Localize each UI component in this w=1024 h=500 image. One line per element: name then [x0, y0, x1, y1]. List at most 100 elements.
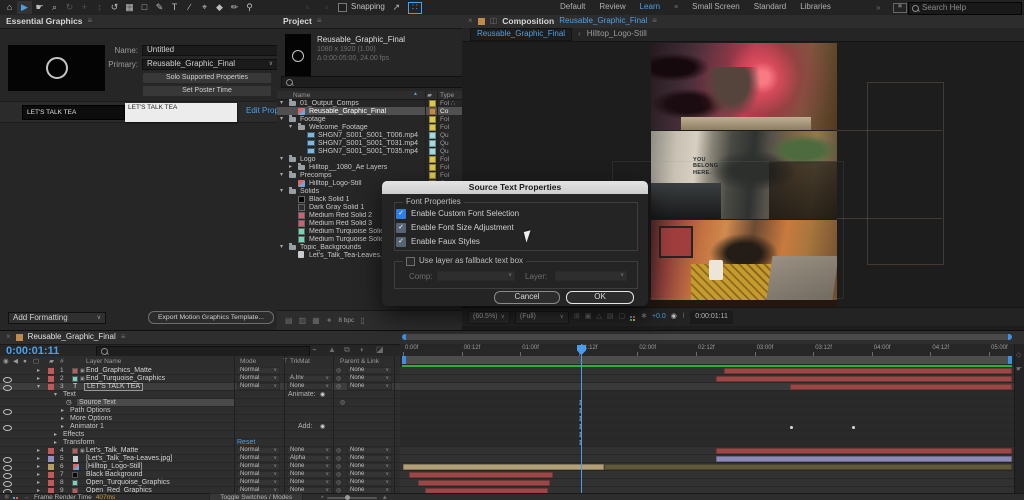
twirl-icon[interactable]: ▸ — [37, 367, 40, 375]
close-icon[interactable]: × — [6, 332, 11, 342]
label-color-chip[interactable] — [429, 124, 436, 131]
layer-duration-bar[interactable] — [403, 464, 604, 470]
lane-end-graphics-matte[interactable] — [400, 367, 1014, 375]
twirl-icon[interactable]: ▾ — [280, 116, 283, 123]
puppet-pin-tool[interactable]: ⚲ — [242, 1, 257, 14]
label-color-chip[interactable] — [429, 164, 436, 171]
mode-dropdown[interactable]: Normal ∨ — [237, 375, 280, 382]
color-depth-icon[interactable]: ✦ — [326, 316, 333, 326]
layer-duration-bar[interactable] — [604, 464, 1012, 470]
panel-menu-icon[interactable]: ≡ — [121, 332, 126, 342]
twirl-icon[interactable]: ▸ — [54, 431, 57, 439]
work-area-end-handle[interactable] — [1008, 356, 1012, 364]
lane-black-background[interactable] — [400, 471, 1014, 479]
multiframe-render-icon[interactable] — [13, 497, 16, 499]
performance-icon[interactable]: ↔ — [23, 494, 30, 500]
work-area-start-handle[interactable] — [402, 356, 406, 364]
snap-angle-icon[interactable]: ↗ — [389, 1, 404, 14]
primary-comp-dropdown[interactable]: Reusable_Graphic_Final ∨ — [142, 59, 278, 70]
render-queue-icon[interactable]: ❄ — [4, 494, 9, 500]
toolbar-extra-icon[interactable]: ▫ — [300, 1, 315, 14]
layer-name-column[interactable]: Layer Name — [86, 358, 121, 365]
label-color-chip[interactable] — [429, 148, 436, 155]
label-color-chip[interactable] — [48, 384, 54, 390]
parent-link-column[interactable]: Parent & Link — [340, 358, 379, 365]
lock-icon[interactable]: ◫ — [490, 16, 498, 26]
parent-link-dropdown[interactable]: None ∨ — [347, 471, 392, 478]
pick-whip-icon[interactable]: ◎ — [336, 447, 341, 455]
clone-stamp-tool[interactable]: ⌖ — [197, 1, 212, 14]
label-color-chip[interactable] — [429, 140, 436, 147]
lane-effects[interactable]: I — [400, 431, 1014, 439]
mask-expansion-icon[interactable]: ∷ — [407, 1, 422, 14]
add-formatting-dropdown[interactable]: Add Formatting ∨ — [8, 312, 106, 324]
exposure-value[interactable]: +0.0 — [652, 313, 666, 321]
lane--hilltop-logo-still-[interactable] — [400, 463, 1014, 471]
pen-tool[interactable]: ✎ — [152, 1, 167, 14]
project-item-footage[interactable]: ▾ Footage Fol — [277, 115, 462, 123]
zoom-tool[interactable]: ⌕ — [47, 1, 62, 14]
exposure-gear-icon[interactable]: ✱ — [641, 313, 647, 321]
bpc-label[interactable]: 8 bpc — [338, 317, 354, 324]
label-color-chip[interactable] — [48, 376, 54, 382]
help-search-box[interactable]: Search Help — [908, 2, 1022, 15]
keyframe[interactable] — [790, 426, 793, 429]
twirl-icon[interactable]: ▸ — [61, 407, 64, 415]
frame-blend-icon[interactable]: ◐ — [360, 345, 365, 355]
property-row-transform[interactable]: ▸ Transform Reset — [0, 439, 400, 447]
rectangle-tool[interactable]: □ — [137, 1, 152, 14]
pick-whip-icon[interactable]: ◎ — [336, 463, 341, 471]
edit-properties-link[interactable]: Edit Prop... — [246, 107, 280, 116]
parent-link-dropdown[interactable]: None ∨ — [347, 383, 392, 390]
label-color-chip[interactable] — [429, 156, 436, 163]
orbit-camera-tool[interactable]: ↻ — [62, 1, 77, 14]
comp-marker-icon[interactable]: ◇ — [1016, 352, 1021, 360]
twirl-icon[interactable]: ▸ — [61, 415, 64, 423]
workspace-menu-icon[interactable]: ≡ — [674, 4, 678, 12]
property-row-more-options[interactable]: ▸ More Options — [0, 415, 400, 423]
label-color-chip[interactable] — [48, 472, 54, 478]
timeline-horizontal-scrollbar[interactable] — [402, 334, 1012, 340]
panel-menu-icon[interactable]: ≡ — [652, 16, 657, 26]
label-column-icon[interactable]: ▰ — [49, 358, 54, 365]
property-name[interactable]: Transform — [63, 439, 95, 447]
use-layer-fallback-checkbox[interactable] — [406, 257, 415, 266]
panel-menu-icon[interactable]: ≡ — [88, 16, 93, 26]
layer-duration-bar[interactable] — [418, 480, 550, 486]
layer-name[interactable]: Open_Turquoise_Graphics — [86, 479, 170, 487]
trkmat-dropdown[interactable]: None ∨ — [287, 479, 332, 486]
property-row-path-options[interactable]: ▸ Path Options — [0, 407, 400, 415]
trkmat-dropdown[interactable]: None ∨ — [287, 447, 332, 454]
stopwatch-icon[interactable]: ◷ — [66, 399, 72, 407]
layer-row-let-s-talk-tea[interactable]: ▾ 3 T LET'S TALK TEA Normal ∨ None ∨ ◎ None ∨ — [0, 383, 400, 391]
solo-column-icon[interactable]: ● — [23, 358, 27, 365]
parent-link-dropdown[interactable]: None ∨ — [347, 463, 392, 470]
camera-tool[interactable]: ▦ — [122, 1, 137, 14]
project-item-reusable-graphic-final[interactable]: Reusable_Graphic_Final Co — [277, 107, 462, 115]
timeline-zoom-in-icon[interactable]: ▲ — [381, 494, 387, 500]
project-item-shgn7-s001-s001-t035-mp4[interactable]: SHGN7_S001_S001_T035.mp4 Qu — [277, 147, 462, 155]
layer-name[interactable]: [Hilltop_Logo-Still] — [86, 463, 142, 471]
sort-arrow-icon[interactable]: ▲ — [413, 91, 418, 98]
layer-duration-bar[interactable] — [409, 472, 553, 478]
property-name[interactable]: Animator 1 — [70, 423, 104, 431]
twirl-icon[interactable]: ▸ — [54, 439, 57, 447]
twirl-icon[interactable]: ▾ — [54, 391, 57, 399]
tab-reusable-graphic-final[interactable]: Reusable_Graphic_Final — [470, 28, 573, 41]
type-tool[interactable]: T — [167, 1, 182, 14]
workspace-overflow-icon[interactable]: » — [876, 3, 880, 13]
project-item-hilltop-1080-ae-layers[interactable]: ▸ Hilltop__1080_Ae Layers Fol — [277, 163, 462, 171]
property-name[interactable]: Text — [63, 391, 76, 399]
fallback-comp-dropdown[interactable]: ∨ — [437, 271, 515, 281]
trkmat-dropdown[interactable]: Alpha ∨ — [287, 455, 332, 462]
property-row-source-text[interactable]: ◷ Source Text ◎ — [0, 399, 400, 407]
export-motion-graphics-template-button[interactable]: Export Motion Graphics Template... — [148, 311, 274, 324]
parent-link-dropdown[interactable]: None ∨ — [347, 447, 392, 454]
layer-duration-bar[interactable] — [716, 456, 1012, 462]
property-name[interactable]: More Options — [70, 415, 112, 423]
parent-link-dropdown[interactable]: None ∨ — [347, 367, 392, 374]
layer-duration-bar[interactable] — [716, 376, 1012, 382]
parent-link-dropdown[interactable]: None ∨ — [347, 375, 392, 382]
label-color-chip[interactable] — [429, 132, 436, 139]
keyframe[interactable] — [852, 426, 855, 429]
